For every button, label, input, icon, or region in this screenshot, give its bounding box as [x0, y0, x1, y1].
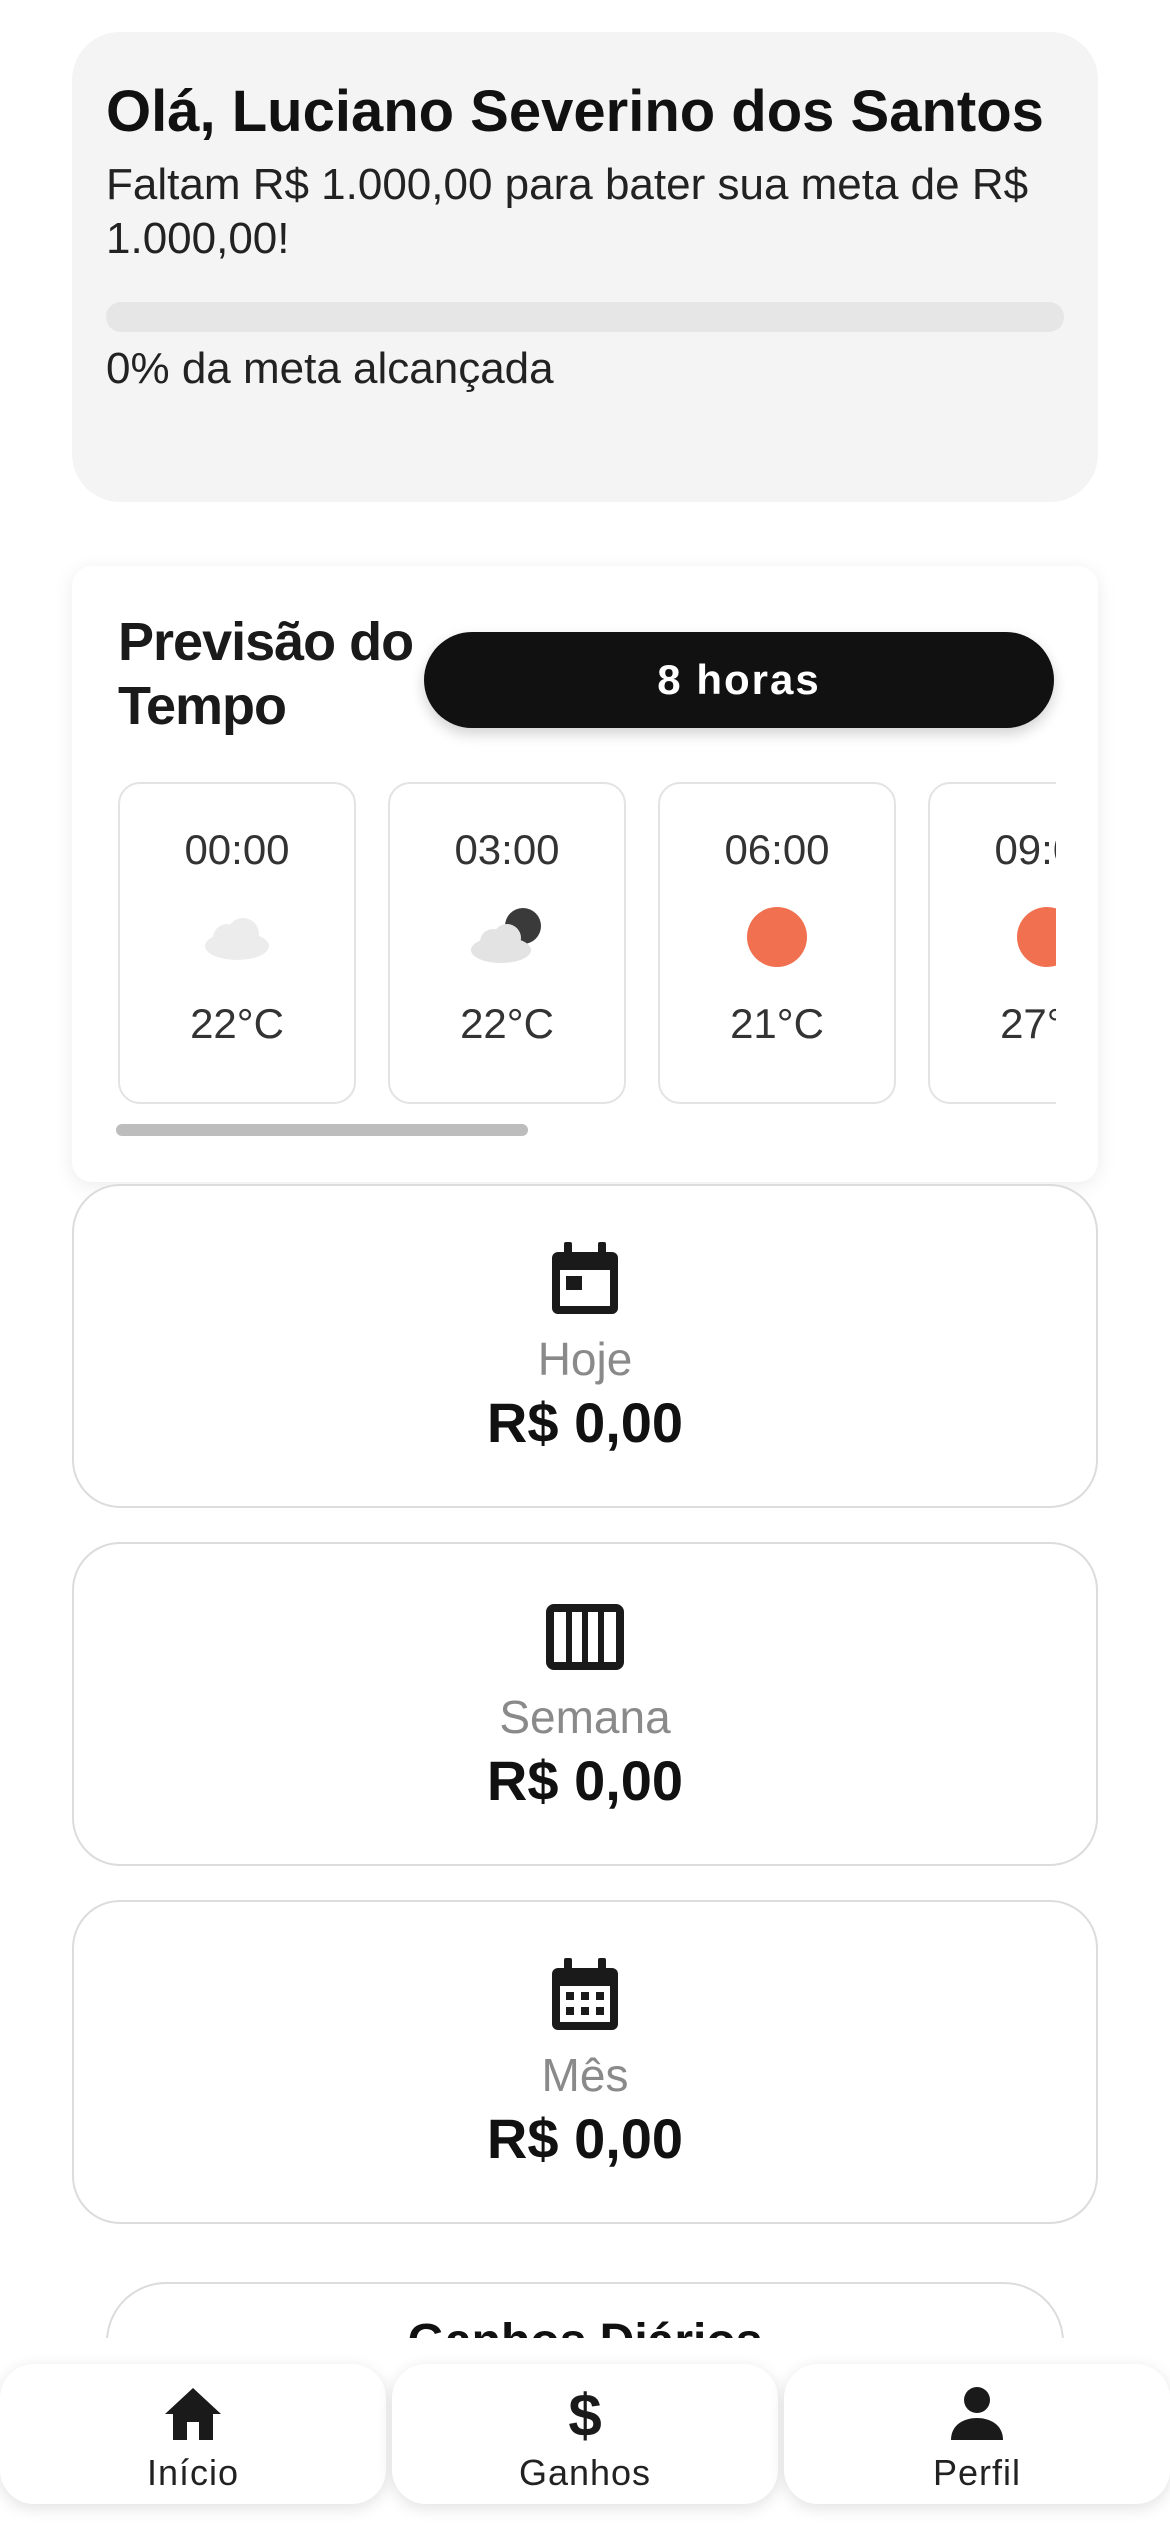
goal-remaining-text: Faltam R$ 1.000,00 para bater sua meta d…: [106, 160, 1029, 263]
app-root: Olá, Luciano Severino dos Santos Faltam …: [0, 0, 1170, 2532]
person-icon: [951, 2387, 1003, 2440]
weather-title: Previsão do Tempo: [118, 612, 414, 736]
hour-temp: 27°C: [1000, 1000, 1056, 1047]
hour-item: 09:00 27°C: [928, 782, 1056, 1104]
earnings-month-label: Mês: [541, 2049, 629, 2101]
home-icon: [165, 2388, 221, 2440]
dollar-icon: $: [568, 2382, 601, 2446]
sun-icon: [1017, 907, 1056, 967]
nav-label-ganhos: Ganhos: [518, 2452, 652, 2493]
hour-item: 06:00 21°C: [658, 782, 896, 1104]
nav-label-perfil: Perfil: [932, 2452, 1022, 2493]
hour-temp: 22°C: [190, 1000, 284, 1047]
calendar-month-icon: [552, 1958, 618, 2030]
hour-temp: 22°C: [460, 1000, 554, 1047]
hour-temp: 21°C: [730, 1000, 824, 1047]
earnings-month-value: R$ 0,00: [486, 2107, 684, 2170]
hour-item: 03:00 22°C: [388, 782, 626, 1104]
svg-text:$: $: [568, 2382, 601, 2446]
hour-time: 00:00: [184, 826, 290, 873]
goal-card: Olá, Luciano Severino dos Santos Faltam …: [72, 32, 1098, 502]
earnings-today-value: R$ 0,00: [486, 1391, 684, 1454]
nav-item-inicio[interactable]: Início: [0, 2364, 386, 2504]
hour-time: 09:00: [994, 826, 1056, 873]
nav-item-perfil[interactable]: Perfil: [784, 2364, 1170, 2504]
earnings-today-card[interactable]: Hoje R$ 0,00: [72, 1184, 1098, 1508]
greeting-title: Olá, Luciano Severino dos Santos: [106, 79, 1044, 144]
goal-progress-bar: [106, 302, 1064, 332]
hour-time: 06:00: [724, 826, 830, 873]
nav-item-ganhos[interactable]: $ Ganhos: [392, 2364, 778, 2504]
hour-time: 03:00: [454, 826, 560, 873]
bottom-nav: Início $ Ganhos Perfil: [0, 2364, 1170, 2532]
cloud-icon: [205, 918, 269, 960]
sun-icon: [747, 907, 807, 967]
goal-progress-label: 0% da meta alcançada: [106, 344, 554, 393]
weather-card: Previsão do Tempo 8 horas 00:00 22°C 03:…: [72, 566, 1098, 1182]
nav-label-inicio: Início: [146, 2452, 240, 2493]
calendar-today-icon: [552, 1242, 618, 1314]
earnings-month-card[interactable]: Mês R$ 0,00: [72, 1900, 1098, 2224]
earnings-week-value: R$ 0,00: [486, 1749, 684, 1812]
earnings-week-card[interactable]: Semana R$ 0,00: [72, 1542, 1098, 1866]
hour-item: 00:00 22°C: [118, 782, 356, 1104]
calendar-week-icon: [546, 1604, 624, 1670]
earnings-today-label: Hoje: [537, 1333, 633, 1385]
forecast-scrollbar[interactable]: [116, 1124, 528, 1136]
earnings-week-label: Semana: [499, 1691, 671, 1743]
cloud-moon-icon: [471, 908, 541, 963]
forecast-range-button[interactable]: 8 horas: [424, 632, 1054, 728]
hourly-forecast-scroller[interactable]: 00:00 22°C 03:00 22°C 06:00 21°C 09: 27°: [118, 782, 1056, 1108]
